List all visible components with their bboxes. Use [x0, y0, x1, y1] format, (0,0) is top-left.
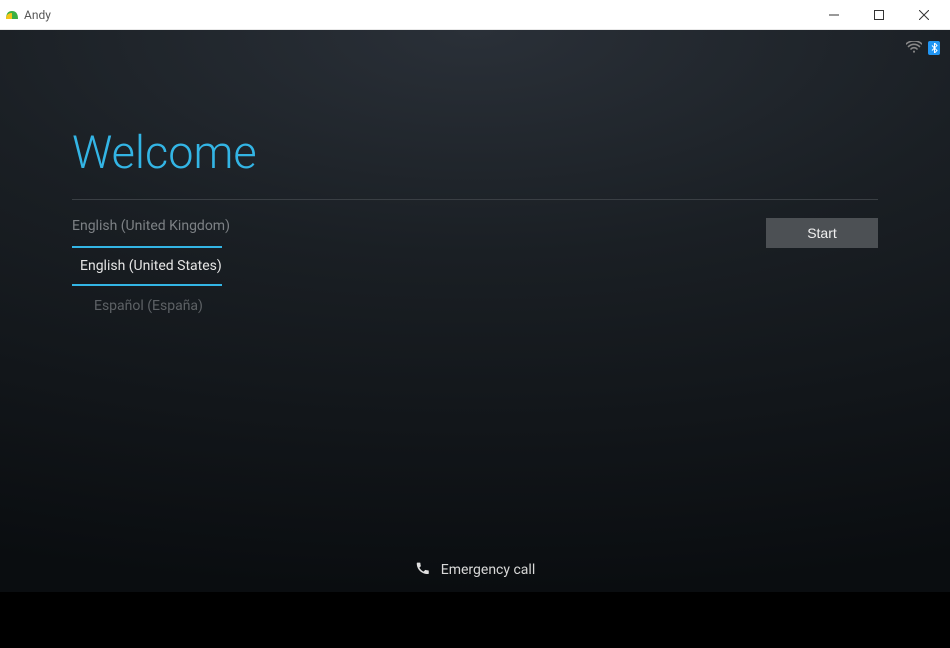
- language-option-next[interactable]: Español (España): [72, 288, 222, 324]
- emergency-call-label: Emergency call: [441, 562, 535, 578]
- maximize-button[interactable]: [856, 0, 901, 30]
- language-option-prev[interactable]: English (United Kingdom): [72, 208, 222, 244]
- status-bar: [906, 38, 940, 57]
- page-title: Welcome: [72, 126, 878, 179]
- title-divider: [72, 199, 878, 200]
- bluetooth-icon: [928, 41, 940, 55]
- window-controls: [811, 0, 946, 30]
- app-icon: [4, 7, 20, 23]
- navigation-bar: [0, 592, 950, 648]
- minimize-button[interactable]: [811, 0, 856, 30]
- close-button[interactable]: [901, 0, 946, 30]
- language-option-selected[interactable]: English (United States): [72, 246, 222, 286]
- emergency-call-button[interactable]: Emergency call: [415, 560, 535, 580]
- android-screen: Welcome English (United Kingdom) English…: [0, 30, 950, 592]
- setup-wizard: Welcome English (United Kingdom) English…: [72, 126, 878, 324]
- emulator-viewport: Welcome English (United Kingdom) English…: [0, 30, 950, 648]
- phone-icon: [415, 560, 431, 580]
- window-title: Andy: [24, 8, 811, 22]
- wifi-icon: [906, 38, 922, 57]
- language-picker[interactable]: English (United Kingdom) English (United…: [72, 208, 222, 324]
- start-button[interactable]: Start: [766, 218, 878, 248]
- window-titlebar: Andy: [0, 0, 950, 30]
